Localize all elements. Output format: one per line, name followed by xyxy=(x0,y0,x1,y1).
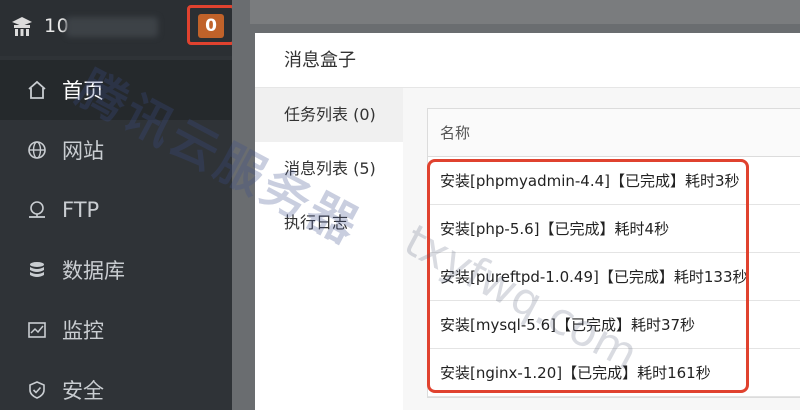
sidebar-item-database[interactable]: 数据库 xyxy=(0,240,232,300)
shield-icon xyxy=(26,379,48,401)
ftp-icon xyxy=(26,199,48,221)
table-row: 安装[php-5.6]【已完成】耗时4秒 xyxy=(428,205,800,253)
redacted-ip xyxy=(66,17,158,37)
server-logo-icon xyxy=(10,15,34,39)
backdrop-topbar xyxy=(250,0,800,24)
tab-task-list[interactable]: 任务列表 (0) xyxy=(255,88,403,142)
sidebar-item-monitor[interactable]: 监控 xyxy=(0,300,232,360)
sidebar-item-label: 安全 xyxy=(62,379,104,403)
table-header-name: 名称 xyxy=(428,109,800,157)
database-icon xyxy=(26,259,48,281)
table-row: 安装[phpmyadmin-4.4]【已完成】耗时3秒 xyxy=(428,157,800,205)
sidebar-item-label: 监控 xyxy=(62,319,104,343)
sidebar-item-label: 网站 xyxy=(62,139,104,163)
notification-highlight: 0 xyxy=(187,5,235,45)
sidebar-item-security[interactable]: 安全 xyxy=(0,360,232,410)
modal-title: 消息盒子 xyxy=(255,33,800,88)
globe-icon xyxy=(26,139,48,161)
sidebar-item-ftp[interactable]: FTP xyxy=(0,180,232,240)
sidebar-item-label: 数据库 xyxy=(62,259,125,283)
home-icon xyxy=(26,79,48,101)
monitor-icon xyxy=(26,319,48,341)
notification-badge[interactable]: 0 xyxy=(198,14,224,38)
sidebar-item-label: FTP xyxy=(62,198,100,222)
